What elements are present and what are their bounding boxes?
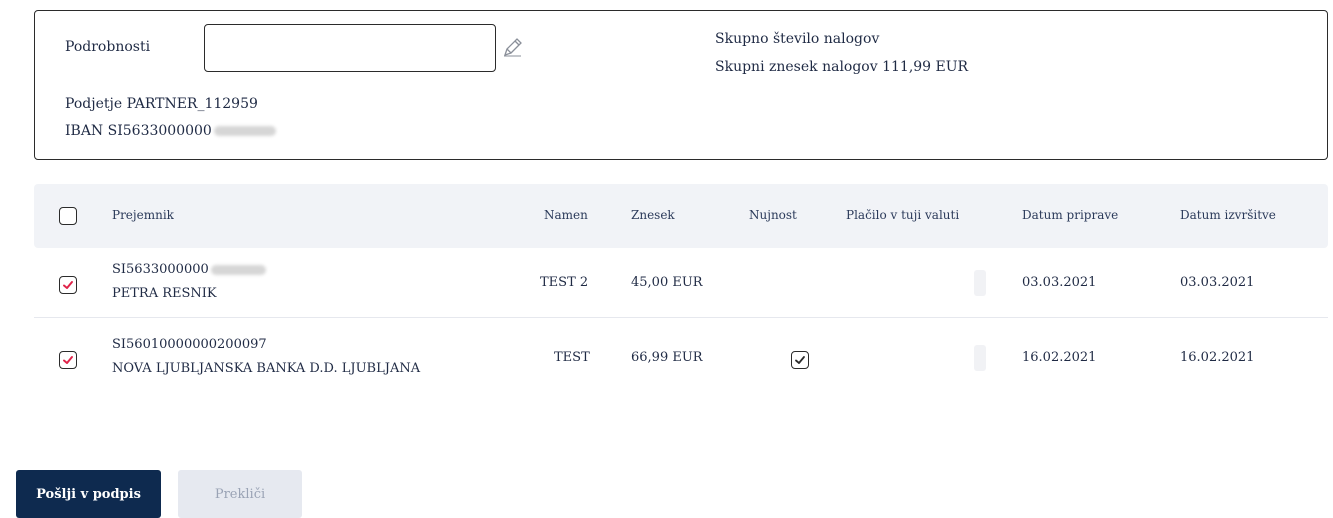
recipient-account: SI56010000000200097 xyxy=(112,337,267,352)
select-all-checkbox[interactable] xyxy=(59,207,77,225)
iban-redacted xyxy=(213,126,276,136)
purpose: TEST 2 xyxy=(540,275,589,290)
pencil-icon[interactable] xyxy=(501,35,525,59)
header-exec-date: Datum izvršitve xyxy=(1180,208,1276,222)
header-purpose: Namen xyxy=(544,208,588,222)
header-amount: Znesek xyxy=(631,208,675,222)
recipient-name: PETRA RESNIK xyxy=(112,286,217,301)
foreign-currency-placeholder xyxy=(974,345,986,371)
amount: 66,99 EUR xyxy=(631,350,703,365)
details-label: Podrobnosti xyxy=(65,39,151,55)
table-header: Prejemnik Namen Znesek Nujnost Plačilo v… xyxy=(34,184,1328,248)
header-urgency: Nujnost xyxy=(749,208,797,222)
table-row[interactable]: SI56010000000200097 NOVA LJUBLJANSKA BAN… xyxy=(34,319,1328,389)
row-checkbox[interactable] xyxy=(59,276,77,294)
recipient-account: SI5633000000 xyxy=(112,262,266,277)
header-prep-date: Datum priprave xyxy=(1022,208,1119,222)
table-row[interactable]: SI5633000000 PETRA RESNIK TEST 2 45,00 E… xyxy=(34,248,1328,318)
amount: 45,00 EUR xyxy=(631,275,703,290)
recipient-account-text: SI5633000000 xyxy=(112,262,209,277)
prep-date: 03.03.2021 xyxy=(1022,275,1097,290)
iban-text: IBAN SI5633000000 xyxy=(65,123,212,139)
prep-date: 16.02.2021 xyxy=(1022,350,1097,365)
details-input[interactable] xyxy=(204,24,496,72)
foreign-currency-placeholder xyxy=(974,270,986,296)
total-orders-amount: Skupni znesek nalogov 111,99 EUR xyxy=(715,59,969,75)
purpose: TEST xyxy=(554,350,590,365)
iban: IBAN SI5633000000 xyxy=(65,123,276,139)
exec-date: 03.03.2021 xyxy=(1180,275,1255,290)
row-checkbox[interactable] xyxy=(59,351,77,369)
cancel-button[interactable]: Prekliči xyxy=(178,470,302,518)
exec-date: 16.02.2021 xyxy=(1180,350,1255,365)
order-details-panel: Podrobnosti Podjetje PARTNER_112959 IBAN… xyxy=(34,10,1328,160)
header-foreign-currency: Plačilo v tuji valuti xyxy=(846,208,960,222)
company-name: Podjetje PARTNER_112959 xyxy=(65,96,258,112)
send-to-sign-button[interactable]: Pošlji v podpis xyxy=(16,470,161,518)
urgency-checkbox[interactable] xyxy=(791,351,809,369)
account-redacted xyxy=(210,264,266,275)
header-recipient: Prejemnik xyxy=(112,208,174,222)
recipient-name: NOVA LJUBLJANSKA BANKA D.D. LJUBLJANA xyxy=(112,361,421,376)
total-orders-count: Skupno število nalogov xyxy=(715,31,880,47)
